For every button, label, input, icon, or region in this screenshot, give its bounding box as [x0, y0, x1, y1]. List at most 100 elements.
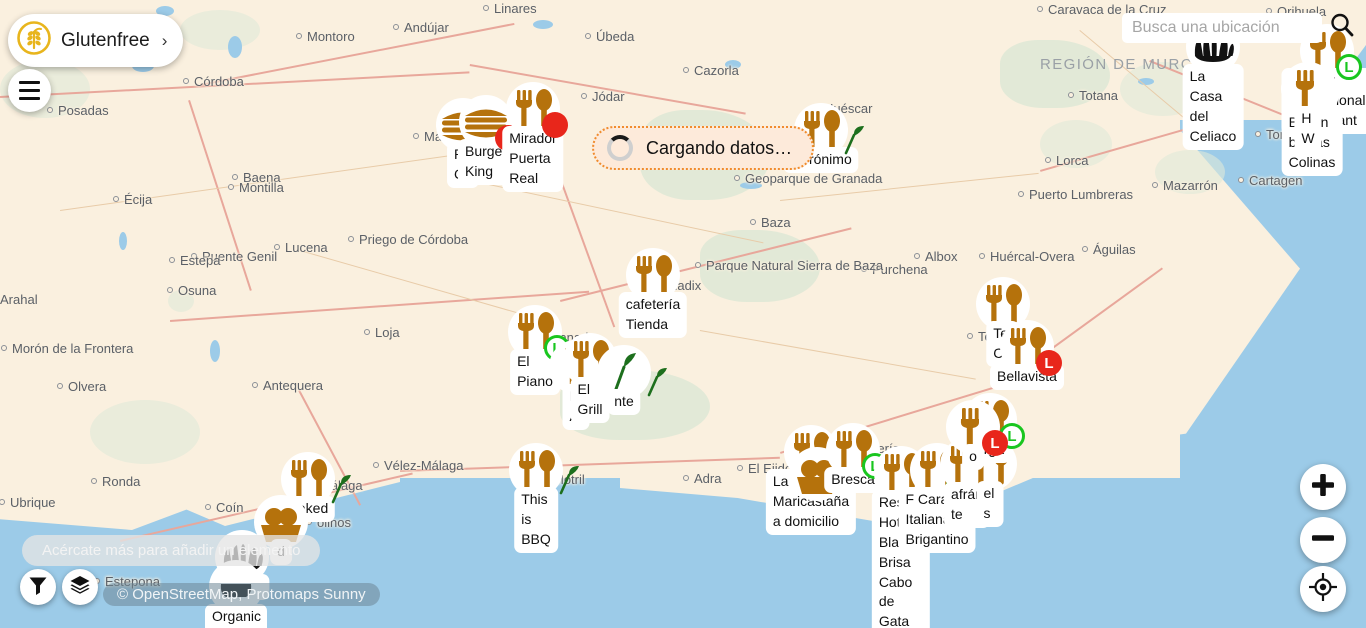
hamburger-menu-button[interactable]: [8, 69, 51, 112]
city-dot: [47, 107, 53, 113]
city-dot: [1068, 92, 1074, 98]
city-dot: [914, 253, 920, 259]
crosshair-icon: [1308, 571, 1338, 606]
city-label: Antequera: [263, 378, 323, 393]
city-label: Montilla: [239, 180, 284, 195]
map-marker[interactable]: L Bellavista: [990, 320, 1064, 390]
city-dot: [232, 174, 238, 180]
city-label: Totana: [1079, 88, 1119, 103]
map-marker[interactable]: This is BBQ: [509, 443, 579, 553]
map-marker[interactable]: H W: [1281, 62, 1335, 152]
city-dot: [979, 253, 985, 259]
city-label: Geoparque de Granada: [745, 171, 883, 186]
city-dot: [274, 244, 280, 250]
brand-name: Glutenfree: [61, 29, 150, 51]
marker-label[interactable]: This is BBQ: [514, 487, 558, 553]
city-dot: [373, 462, 379, 468]
loading-text: Cargando datos…: [646, 137, 793, 158]
city-dot: [1, 345, 7, 351]
wheat-icon: [17, 21, 51, 60]
city-dot: [183, 78, 189, 84]
hamburger-line: [19, 97, 40, 100]
city-label: Priego de Córdoba: [359, 232, 469, 247]
city-dot: [1037, 6, 1043, 12]
zoom-in-button[interactable]: [1300, 464, 1346, 510]
city-dot: [581, 93, 587, 99]
city-dot: [113, 196, 119, 202]
sprout-icon: [840, 125, 866, 155]
map-marker[interactable]: LBresca: [824, 423, 888, 493]
city-label: Posadas: [58, 103, 109, 118]
layers-icon: [69, 574, 91, 601]
city-label: Albox: [925, 249, 958, 264]
city-dot: [695, 262, 701, 268]
plus-icon: [1310, 472, 1336, 503]
marker-label[interactable]: La Casa del Celiaco: [1182, 64, 1244, 150]
city-dot: [91, 478, 97, 484]
city-label: Montoro: [307, 29, 355, 44]
city-dot: [737, 465, 743, 471]
map-marker[interactable]: Mirador Puerta Real: [502, 82, 568, 192]
map-marker[interactable]: cafetería Tienda: [618, 248, 688, 338]
badge-green-l[interactable]: L: [1336, 54, 1362, 80]
search-icon[interactable]: [1328, 11, 1356, 44]
city-dot: [167, 287, 173, 293]
spinner-icon: [607, 135, 633, 161]
city-label: Puerto Lumbreras: [1029, 187, 1134, 202]
lake-3: [119, 232, 127, 250]
badge-red-dot[interactable]: [542, 112, 568, 138]
chevron-right-icon: ›: [161, 30, 168, 50]
marker-label[interactable]: H W: [1294, 106, 1322, 152]
city-dot: [169, 257, 175, 263]
badge-red-l[interactable]: L: [982, 430, 1008, 456]
layers-button[interactable]: [62, 569, 98, 605]
nature-area-ronda: [90, 400, 200, 464]
zoom-out-button[interactable]: [1300, 517, 1346, 563]
city-dot: [393, 24, 399, 30]
city-dot: [967, 333, 973, 339]
city-dot: [252, 382, 258, 388]
badge-red-l[interactable]: L: [1036, 350, 1062, 376]
zoom-hint-message: Acércate más para añadir un elemento: [22, 535, 321, 566]
city-label: Parque Natural Sierra de Baza: [706, 258, 884, 273]
map-marker[interactable]: nte: [597, 345, 667, 415]
marker-label[interactable]: el s: [976, 481, 1004, 527]
city-dot: [683, 67, 689, 73]
city-dot: [1018, 191, 1024, 197]
lake-4: [210, 340, 220, 362]
city-dot: [57, 383, 63, 389]
funnel-icon: [27, 574, 49, 601]
marker-label[interactable]: cafetería Tienda: [618, 292, 688, 338]
map-attribution[interactable]: © OpenStreetMap, Protomaps Sunny: [103, 583, 380, 606]
city-label: Vélez-Málaga: [384, 458, 464, 473]
lake-2: [228, 36, 242, 58]
city-label: Úbeda: [596, 29, 635, 44]
city-dot: [750, 219, 756, 225]
city-dot: [228, 184, 234, 190]
city-dot: [348, 236, 354, 242]
city-label: Ronda: [102, 474, 141, 489]
city-label: Baza: [761, 215, 791, 230]
city-label: Andújar: [404, 20, 449, 35]
city-label: Linares: [494, 1, 537, 16]
city-dot: [205, 504, 211, 510]
marker-label[interactable]: o: [962, 444, 984, 470]
nature-area-cordoba-n: [180, 10, 260, 50]
city-dot: [1045, 157, 1051, 163]
city-label: Adra: [694, 471, 722, 486]
marker-label[interactable]: Organic La Cala: [205, 604, 267, 628]
search-bar: [1122, 11, 1356, 44]
city-label: Osuna: [178, 283, 217, 298]
search-input[interactable]: [1122, 12, 1322, 43]
sprout-icon: [643, 367, 669, 397]
city-dot: [734, 175, 740, 181]
loading-indicator: Cargando datos…: [592, 126, 815, 170]
city-label: Mazarrón: [1163, 178, 1218, 193]
marker-label[interactable]: nte: [607, 389, 641, 415]
hamburger-line: [19, 89, 40, 92]
filter-button[interactable]: [20, 569, 56, 605]
map-marker[interactable]: Lo: [946, 400, 1008, 470]
brand-badge[interactable]: Glutenfree ›: [8, 14, 184, 67]
city-label: Cazorla: [694, 63, 739, 78]
locate-button[interactable]: [1300, 566, 1346, 612]
